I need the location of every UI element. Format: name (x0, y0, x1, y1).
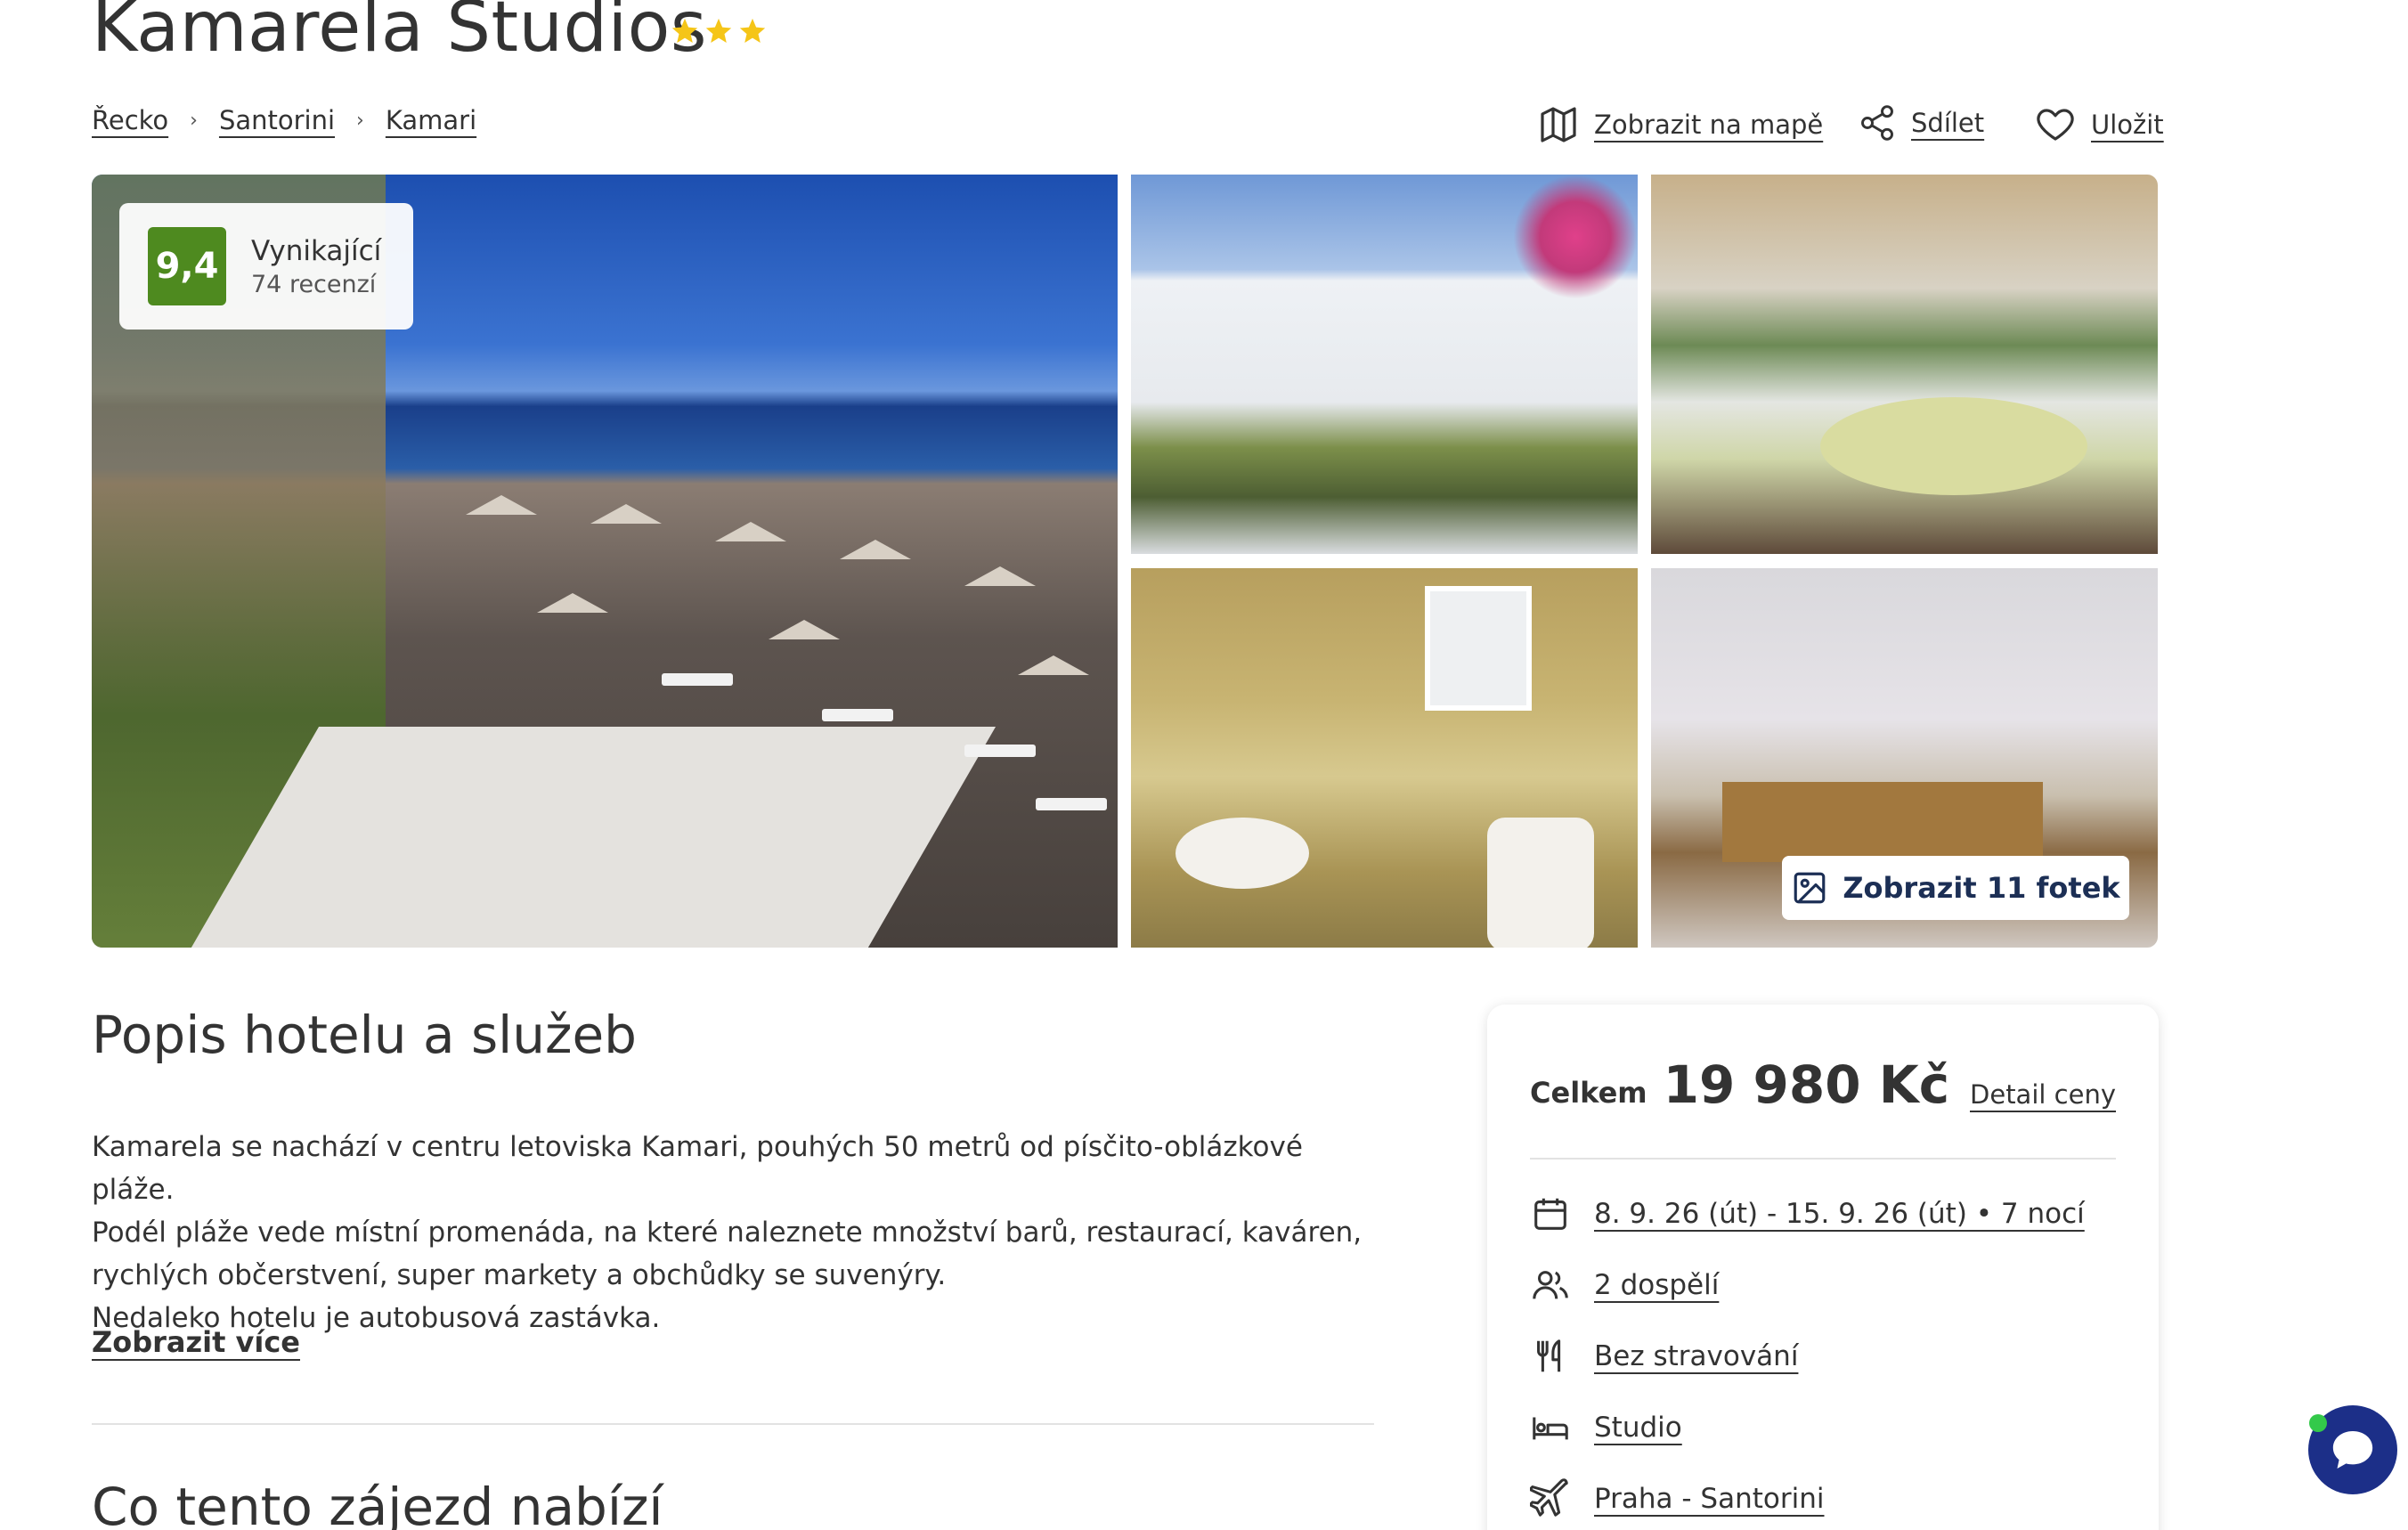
share-label: Sdílet (1911, 108, 1985, 138)
show-on-map-button[interactable]: Zobrazit na mapě (1537, 103, 1823, 146)
share-icon (1861, 105, 1893, 141)
travelers-row[interactable]: 2 dospělí (1530, 1265, 1719, 1306)
chevron-right-icon: › (190, 109, 198, 132)
review-count: 74 recenzí (251, 270, 377, 298)
star-rating (670, 16, 768, 52)
flight-label: Praha - Santorini (1594, 1483, 1825, 1515)
heart-icon (2037, 109, 2074, 141)
description-text: Kamarela se nachází v centru letoviska K… (92, 1126, 1392, 1339)
save-button[interactable]: Uložit (2034, 103, 2164, 146)
price-total: Celkem 19 980 Kč (1530, 1054, 1949, 1115)
chat-bubble-icon (2332, 1431, 2373, 1469)
price-summary-card: Celkem 19 980 Kč Detail ceny 8. 9. 26 (ú… (1487, 1005, 2159, 1530)
show-all-photos-button[interactable]: Zobrazit 11 fotek (1782, 856, 2129, 920)
dates-label: 8. 9. 26 (út) - 15. 9. 26 (út) • 7 nocí (1594, 1198, 2085, 1230)
show-on-map-label: Zobrazit na mapě (1594, 110, 1824, 140)
map-icon (1541, 107, 1576, 142)
cutlery-icon (1537, 1339, 1561, 1372)
description-heading: Popis hotelu a služeb (92, 1005, 637, 1065)
share-button[interactable]: Sdílet (1858, 103, 1984, 142)
breadcrumb-item-country[interactable]: Řecko (92, 105, 168, 135)
price-total-value: 19 980 Kč (1663, 1054, 1950, 1115)
star-icon (671, 18, 698, 44)
bed-icon (1533, 1417, 1568, 1440)
people-icon (1533, 1271, 1568, 1299)
show-all-photos-label: Zobrazit 11 fotek (1843, 871, 2120, 905)
dates-row[interactable]: 8. 9. 26 (út) - 15. 9. 26 (út) • 7 nocí (1530, 1193, 2085, 1234)
online-status-dot (2309, 1414, 2327, 1432)
terrace-photo[interactable] (1651, 175, 2158, 554)
room-label: Studio (1594, 1412, 1682, 1444)
image-icon (1794, 872, 1826, 904)
hotel-exterior-photo[interactable] (1131, 175, 1638, 554)
rating-label: Vynikající (251, 234, 382, 267)
calendar-icon (1534, 1198, 1566, 1230)
description-paragraph: Kamarela se nachází v centru letoviska K… (92, 1131, 1363, 1334)
breadcrumb-item-region[interactable]: Santorini (219, 105, 335, 135)
star-icon (739, 18, 766, 44)
show-more-link[interactable]: Zobrazit více (92, 1325, 300, 1359)
chevron-right-icon: › (356, 109, 364, 132)
room-row[interactable]: Studio (1530, 1407, 1682, 1448)
travelers-label: 2 dospělí (1594, 1269, 1720, 1301)
board-label: Bez stravování (1594, 1340, 1799, 1372)
hotel-title: Kamarela Studios (92, 0, 708, 68)
bathroom-photo[interactable] (1131, 568, 1638, 948)
divider (92, 1423, 1374, 1425)
rating-score: 9,4 (148, 227, 226, 305)
save-label: Uložit (2091, 110, 2164, 140)
breadcrumb: Řecko › Santorini › Kamari (92, 105, 476, 135)
price-detail-link[interactable]: Detail ceny (1970, 1079, 2116, 1110)
rating-badge[interactable]: 9,4 Vynikající 74 recenzí (119, 203, 413, 330)
plane-icon (1530, 1478, 1568, 1517)
offer-heading: Co tento zájezd nabízí (92, 1477, 663, 1530)
flight-row[interactable]: Praha - Santorini (1530, 1478, 1825, 1519)
star-icon (705, 18, 732, 44)
price-total-label: Celkem (1530, 1076, 1647, 1110)
divider (1530, 1158, 2116, 1160)
board-row[interactable]: Bez stravování (1530, 1336, 1798, 1377)
breadcrumb-item-city[interactable]: Kamari (386, 105, 476, 135)
